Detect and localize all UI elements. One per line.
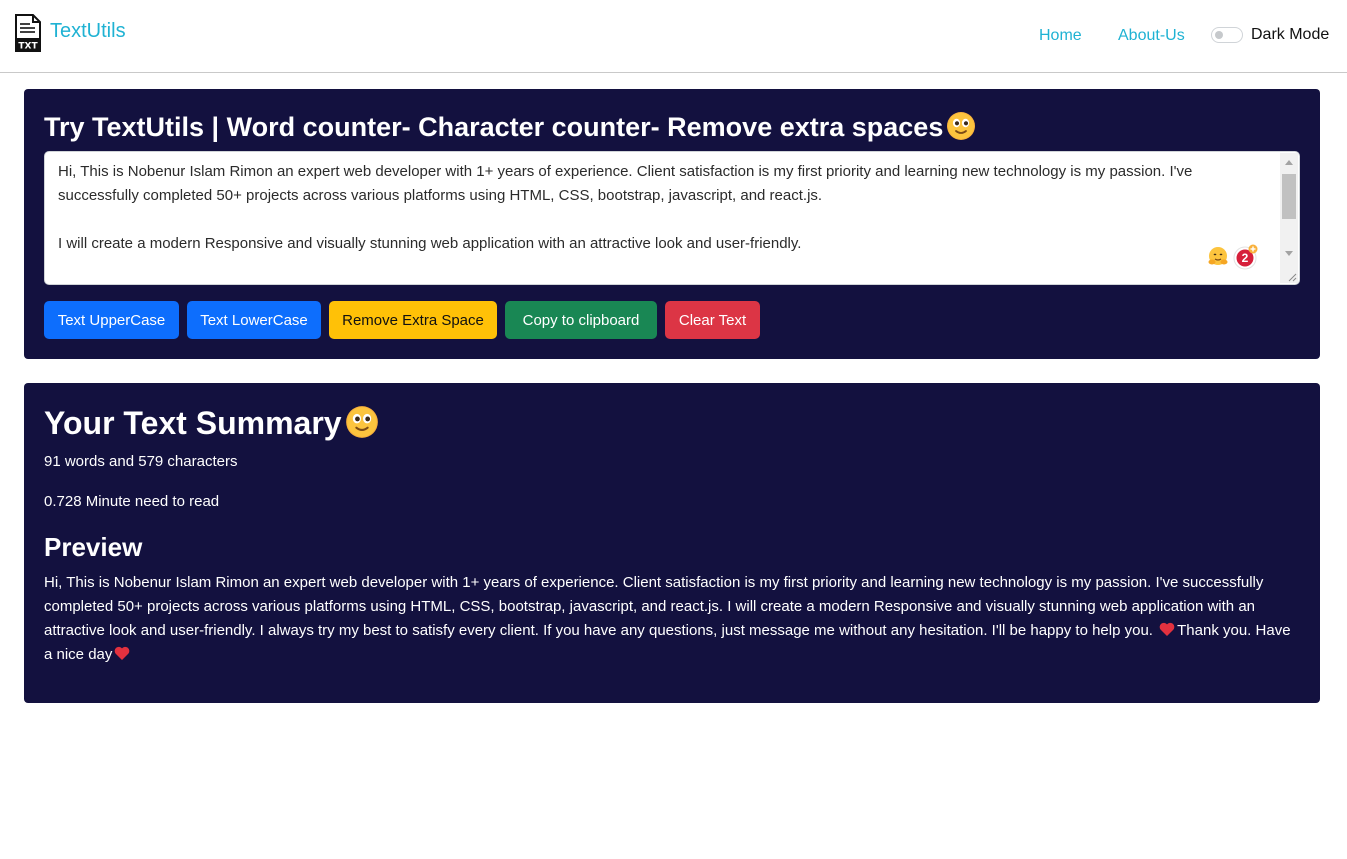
toggle-knob (1215, 31, 1223, 39)
nav-about-link[interactable]: About-Us (1118, 27, 1185, 45)
preview-body: Hi, This is Nobenur Islam Rimon an exper… (44, 574, 1264, 639)
txt-file-icon: TXT (15, 14, 41, 52)
brand-name[interactable]: TextUtils (50, 20, 126, 43)
clear-text-button[interactable]: Clear Text (665, 301, 760, 339)
dark-mode-label: Dark Mode (1251, 26, 1330, 43)
hugging-face-emoji-icon[interactable] (1207, 246, 1229, 268)
text-input-area[interactable]: Hi, This is Nobenur Islam Rimon an exper… (44, 151, 1300, 285)
preview-text: Hi, This is Nobenur Islam Rimon an exper… (44, 571, 1302, 667)
dark-mode-toggle[interactable] (1211, 27, 1243, 43)
svg-text:TXT: TXT (18, 42, 38, 52)
read-time: 0.728 Minute need to read (44, 493, 220, 510)
summary-heading-text: Your Text Summary (44, 405, 342, 441)
textarea-value[interactable]: Hi, This is Nobenur Islam Rimon an exper… (58, 160, 1273, 256)
badge-count: 2 (1241, 251, 1249, 265)
editor-heading: Try TextUtils | Word counter- Character … (44, 111, 976, 143)
scroll-down-arrow-icon[interactable] (1285, 251, 1293, 256)
summary-heading: Your Text Summary (44, 405, 379, 442)
editor-heading-text: Try TextUtils | Word counter- Character … (44, 112, 944, 142)
summary-card: Your Text Summary 91 words and 579 chara… (24, 383, 1320, 703)
smiley-emoji-icon (345, 406, 378, 438)
nav-home-link[interactable]: Home (1039, 27, 1082, 45)
smiley-emoji-icon (947, 112, 976, 140)
scroll-up-arrow-icon[interactable] (1285, 160, 1293, 165)
resize-grip-icon[interactable] (1287, 272, 1297, 282)
preview-heading: Preview (44, 532, 143, 562)
browser-extension-icons: 2 (1207, 244, 1259, 270)
remove-extra-space-button[interactable]: Remove Extra Space (329, 301, 497, 339)
scroll-thumb[interactable] (1282, 174, 1296, 219)
uppercase-button[interactable]: Text UpperCase (44, 301, 179, 339)
word-character-count: 91 words and 579 characters (44, 453, 238, 470)
editor-card: Try TextUtils | Word counter- Character … (24, 89, 1320, 359)
heart-emoji-icon (1159, 622, 1175, 636)
copy-to-clipboard-button[interactable]: Copy to clipboard (505, 301, 657, 339)
textarea-scrollbar[interactable] (1280, 153, 1298, 283)
grammar-extension-badge[interactable]: 2 (1233, 244, 1259, 270)
heart-emoji-icon (115, 646, 130, 660)
navbar: TXT TextUtils Home About-Us Dark Mode (0, 0, 1347, 73)
lowercase-button[interactable]: Text LowerCase (187, 301, 321, 339)
brand[interactable]: TXT TextUtils (14, 14, 126, 52)
